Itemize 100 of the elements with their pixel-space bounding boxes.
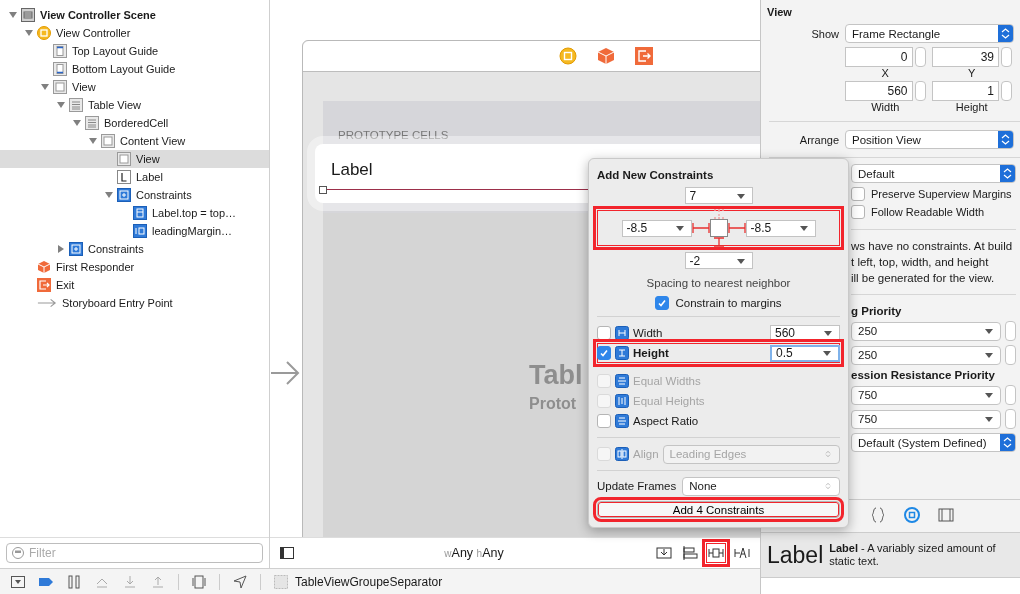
pin-strut-icon[interactable] <box>727 223 746 233</box>
field-label: Show <box>810 27 839 40</box>
outline-item[interactable]: View <box>0 78 269 96</box>
checkbox-label: Follow Readable Width <box>871 206 985 218</box>
media-library-tab[interactable] <box>937 506 955 524</box>
field-label: Y <box>967 67 977 79</box>
field-label: Width <box>870 101 901 113</box>
size-field[interactable]: 0.5 <box>770 344 840 362</box>
dropdown-arrow-icon <box>822 349 832 357</box>
outline-item[interactable]: First Responder <box>0 258 269 276</box>
view-controller-icon[interactable] <box>559 47 577 65</box>
library-item[interactable]: Label Label - A variably sized amount of static text. <box>761 532 1020 578</box>
checkbox-label: Preserve Superview Margins <box>871 188 1012 200</box>
disclosure-triangle-icon[interactable] <box>104 190 114 200</box>
outline-item[interactable]: Label <box>0 168 269 186</box>
top-spacing-field[interactable]: 7 <box>684 187 753 204</box>
constraint-icon <box>133 206 147 220</box>
outline-item[interactable]: Content View <box>0 132 269 150</box>
table-placeholder-title: Tabl <box>529 360 583 391</box>
constraint-label: Width <box>633 327 664 339</box>
checkbox[interactable] <box>597 326 611 340</box>
outline-item[interactable]: Constraints <box>0 186 269 204</box>
number-field[interactable]: 39 <box>931 47 999 67</box>
pin-strut-icon[interactable] <box>713 209 724 219</box>
outline-item[interactable]: Top Layout Guide <box>0 42 269 60</box>
pin-strut-icon[interactable] <box>691 223 710 233</box>
priority-popup[interactable]: 750 <box>851 409 1001 429</box>
cube-icon[interactable] <box>597 47 615 65</box>
exit-icon <box>37 278 51 292</box>
equal-heights-icon <box>615 394 629 408</box>
priority-popup[interactable]: 250 <box>851 321 1001 341</box>
number-field[interactable]: 1 <box>931 81 999 101</box>
note-text: ws have no constraints. At build <box>851 240 1014 252</box>
field-label: Update Frames <box>597 480 677 492</box>
hide-panel-icon[interactable] <box>10 573 26 590</box>
code-snippet-tab[interactable] <box>869 506 887 524</box>
outline-item[interactable]: leadingMargin… <box>0 222 269 240</box>
checkbox[interactable] <box>597 414 611 428</box>
stepper-icon <box>998 25 1013 42</box>
show-popup[interactable]: Frame Rectangle <box>845 24 1014 43</box>
outline-item[interactable]: Table View <box>0 96 269 114</box>
dropdown-arrow-icon <box>984 415 994 423</box>
bottom-spacing-field[interactable]: -2 <box>684 252 753 269</box>
update-frames-popup[interactable]: None <box>682 476 840 496</box>
outline-item[interactable]: Storyboard Entry Point <box>0 294 269 312</box>
view-debug-icon[interactable] <box>191 573 207 590</box>
view-controller-icon <box>37 26 51 40</box>
stepper-icon <box>998 131 1013 148</box>
align-button[interactable] <box>680 543 700 563</box>
disclosure-triangle-icon[interactable] <box>56 244 66 254</box>
outline-item[interactable]: View <box>0 150 269 168</box>
disclosure-triangle-icon[interactable] <box>56 100 66 110</box>
width-icon <box>615 326 629 340</box>
number-field[interactable]: 0 <box>845 47 913 67</box>
arrange-popup[interactable]: Position View <box>845 130 1014 149</box>
trailing-spacing-field[interactable]: -8.5 <box>745 219 816 237</box>
disclosure-triangle-icon[interactable] <box>24 28 34 38</box>
disclosure-triangle-icon[interactable] <box>8 10 18 20</box>
outline-item[interactable]: View Controller Scene <box>0 6 269 24</box>
view-icon <box>101 134 115 148</box>
location-icon[interactable] <box>232 573 248 590</box>
exit-icon[interactable] <box>635 47 653 65</box>
section-title: View <box>766 5 793 20</box>
outline-item[interactable]: Label.top = top… <box>0 204 269 222</box>
intrinsic-size-popup[interactable]: Default (System Defined) <box>851 433 1016 452</box>
number-field[interactable]: 560 <box>845 81 913 101</box>
outline-item[interactable]: Exit <box>0 276 269 294</box>
outline-item[interactable]: View Controller <box>0 24 269 42</box>
note-text: t left, top, width, and height <box>851 256 990 268</box>
view-icon <box>273 573 289 590</box>
table-placeholder-subtitle: Protot <box>529 395 577 413</box>
field-label: X <box>880 67 890 79</box>
outline-item[interactable]: Constraints <box>0 240 269 258</box>
outline-item[interactable]: Bottom Layout Guide <box>0 60 269 78</box>
dropdown-arrow-icon <box>735 256 746 265</box>
scene-icon <box>21 8 35 22</box>
disclosure-triangle-icon[interactable] <box>72 118 82 128</box>
size-class-label[interactable]: wAny hAny <box>294 546 654 560</box>
checkbox[interactable] <box>851 205 865 219</box>
constraint-label: Aspect Ratio <box>633 415 700 427</box>
pin-strut-icon[interactable] <box>713 237 724 247</box>
pause-icon[interactable] <box>66 573 82 590</box>
outline-item[interactable]: BorderedCell <box>0 114 269 132</box>
disclosure-triangle-icon[interactable] <box>88 136 98 146</box>
priority-popup[interactable]: 750 <box>851 385 1001 405</box>
priority-popup[interactable]: 250 <box>851 345 1001 365</box>
sidebar-toggle-icon[interactable] <box>280 547 294 559</box>
disclosure-triangle-icon[interactable] <box>40 82 50 92</box>
checkbox[interactable] <box>851 187 865 201</box>
align-icon <box>615 447 629 461</box>
stack-icon <box>655 544 673 562</box>
constraint-label: Align <box>633 448 659 460</box>
layout-popup[interactable]: Default <box>851 164 1016 183</box>
priority-heading: g Priority <box>851 305 903 317</box>
object-library-tab[interactable] <box>903 506 921 524</box>
dropdown-arrow-icon <box>798 224 809 232</box>
leading-spacing-field[interactable]: -8.5 <box>621 219 692 237</box>
checkbox[interactable] <box>655 296 670 310</box>
checkbox[interactable] <box>597 346 611 360</box>
resize-handle[interactable] <box>319 186 327 194</box>
